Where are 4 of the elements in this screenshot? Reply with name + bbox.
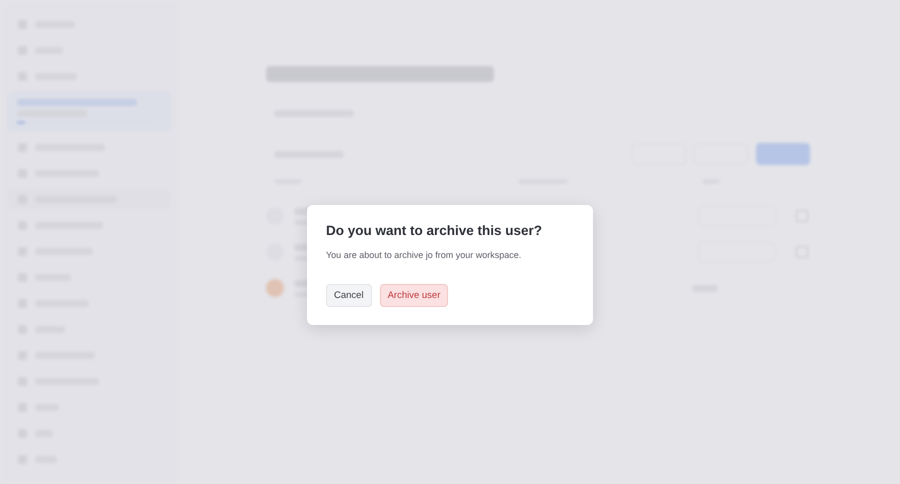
cancel-button[interactable]: Cancel <box>326 284 372 307</box>
dialog-title: Do you want to archive this user? <box>326 223 544 238</box>
dialog-message: You are about to archive jo from your workspace. <box>326 250 522 260</box>
archive-button[interactable]: Archive user <box>380 284 448 307</box>
